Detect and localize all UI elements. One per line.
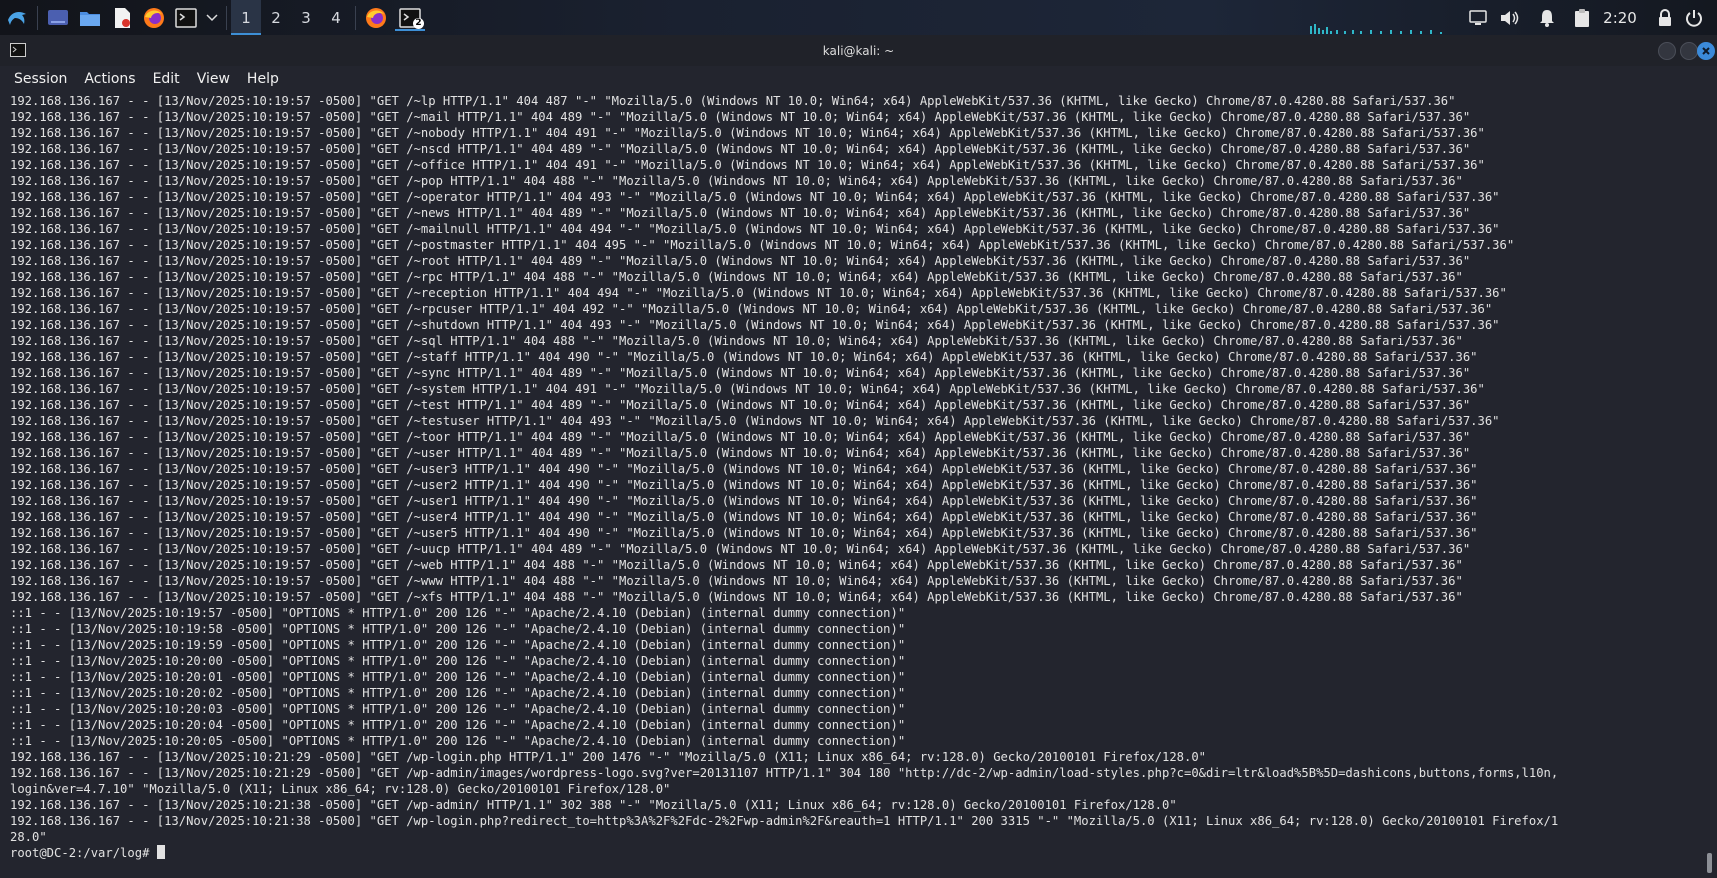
log-line: 192.168.136.167 - - [13/Nov/2025:10:19:5… (10, 510, 1478, 524)
window-count-badge: 2 (413, 17, 424, 29)
log-line: 192.168.136.167 - - [13/Nov/2025:10:21:2… (10, 766, 1559, 780)
text-cursor (156, 845, 165, 859)
log-line: ::1 - - [13/Nov/2025:10:20:04 -0500] "OP… (10, 718, 906, 732)
log-line: 192.168.136.167 - - [13/Nov/2025:10:19:5… (10, 478, 1478, 492)
workspace-label: 1 (241, 8, 251, 27)
menu-session[interactable]: Session (14, 71, 67, 87)
log-line: 192.168.136.167 - - [13/Nov/2025:10:19:5… (10, 558, 1463, 572)
panel-separator (355, 5, 356, 30)
log-line: 192.168.136.167 - - [13/Nov/2025:10:19:5… (10, 526, 1478, 540)
menu-edit[interactable]: Edit (153, 71, 180, 87)
log-line: 192.168.136.167 - - [13/Nov/2025:10:19:5… (10, 350, 1478, 364)
menu-view[interactable]: View (197, 71, 230, 87)
log-line: 192.168.136.167 - - [13/Nov/2025:10:19:5… (10, 254, 1471, 268)
log-line: ::1 - - [13/Nov/2025:10:20:00 -0500] "OP… (10, 654, 906, 668)
close-button[interactable] (1697, 42, 1715, 60)
prompt-line[interactable]: root@DC-2:/var/log# (10, 845, 1701, 861)
display-icon[interactable] (1466, 0, 1490, 35)
workspace-4[interactable]: 4 (321, 0, 351, 35)
scrollbar[interactable] (1707, 853, 1712, 873)
text-editor-icon[interactable] (109, 5, 135, 31)
log-line: 192.168.136.167 - - [13/Nov/2025:10:19:5… (10, 542, 1471, 556)
terminal-window-icon[interactable]: 2 (395, 5, 425, 31)
menu-actions[interactable]: Actions (84, 71, 135, 87)
workspace-3[interactable]: 3 (291, 0, 321, 35)
log-line: ::1 - - [13/Nov/2025:10:19:58 -0500] "OP… (10, 622, 906, 636)
menu-help[interactable]: Help (247, 71, 279, 87)
workspace-label: 2 (271, 8, 281, 27)
log-line: 192.168.136.167 - - [13/Nov/2025:10:21:2… (10, 750, 1207, 764)
log-line: 192.168.136.167 - - [13/Nov/2025:10:19:5… (10, 414, 1500, 428)
log-line: 192.168.136.167 - - [13/Nov/2025:10:19:5… (10, 590, 1463, 604)
window-title: kali@kali: ~ (822, 43, 895, 58)
kali-menu-icon[interactable] (4, 5, 30, 31)
log-line: 192.168.136.167 - - [13/Nov/2025:10:19:5… (10, 462, 1478, 476)
log-line: ::1 - - [13/Nov/2025:10:20:01 -0500] "OP… (10, 670, 906, 684)
log-line: 192.168.136.167 - - [13/Nov/2025:10:19:5… (10, 158, 1485, 172)
log-line: 192.168.136.167 - - [13/Nov/2025:10:19:5… (10, 446, 1471, 460)
log-line: 192.168.136.167 - - [13/Nov/2025:10:19:5… (10, 398, 1471, 412)
log-line: 192.168.136.167 - - [13/Nov/2025:10:19:5… (10, 334, 1463, 348)
volume-icon[interactable] (1498, 0, 1522, 35)
terminal-icon (10, 43, 26, 57)
terminal-output[interactable]: 192.168.136.167 - - [13/Nov/2025:10:19:5… (10, 93, 1701, 878)
terminal-icon[interactable] (173, 5, 199, 31)
log-line: ::1 - - [13/Nov/2025:10:20:03 -0500] "OP… (10, 702, 906, 716)
show-desktop-icon[interactable] (45, 5, 71, 31)
log-line: ::1 - - [13/Nov/2025:10:20:05 -0500] "OP… (10, 734, 906, 748)
log-line: 192.168.136.167 - - [13/Nov/2025:10:19:5… (10, 142, 1471, 156)
log-line: 192.168.136.167 - - [13/Nov/2025:10:19:5… (10, 430, 1471, 444)
clock-label: 2:20 (1603, 8, 1637, 27)
firefox-window-icon[interactable] (363, 5, 389, 31)
maximize-button[interactable] (1680, 42, 1698, 60)
log-line: 192.168.136.167 - - [13/Nov/2025:10:19:5… (10, 302, 1493, 316)
log-output: 192.168.136.167 - - [13/Nov/2025:10:19:5… (10, 93, 1701, 845)
workspace-label: 4 (331, 8, 341, 27)
log-line: 192.168.136.167 - - [13/Nov/2025:10:19:5… (10, 190, 1500, 204)
chevron-down-icon[interactable] (205, 5, 219, 31)
log-line: 192.168.136.167 - - [13/Nov/2025:10:19:5… (10, 366, 1471, 380)
log-line: 192.168.136.167 - - [13/Nov/2025:10:19:5… (10, 222, 1500, 236)
log-line: ::1 - - [13/Nov/2025:10:19:59 -0500] "OP… (10, 638, 906, 652)
workspace-2[interactable]: 2 (261, 0, 291, 35)
log-line: 192.168.136.167 - - [13/Nov/2025:10:19:5… (10, 494, 1478, 508)
terminal-window: kali@kali: ~ Session Actions Edit View H… (0, 35, 1717, 878)
log-line: 192.168.136.167 - - [13/Nov/2025:10:19:5… (10, 574, 1463, 588)
log-line: ::1 - - [13/Nov/2025:10:20:02 -0500] "OP… (10, 686, 906, 700)
log-line: 192.168.136.167 - - [13/Nov/2025:10:19:5… (10, 174, 1463, 188)
log-line: 192.168.136.167 - - [13/Nov/2025:10:19:5… (10, 238, 1515, 252)
log-line: 192.168.136.167 - - [13/Nov/2025:10:19:5… (10, 206, 1471, 220)
menu-bar: Session Actions Edit View Help (0, 66, 1717, 92)
log-line: 28.0" (10, 830, 47, 844)
minimize-button[interactable] (1658, 42, 1676, 60)
title-bar[interactable]: kali@kali: ~ (0, 35, 1717, 66)
log-line: 192.168.136.167 - - [13/Nov/2025:10:19:5… (10, 110, 1471, 124)
lock-icon[interactable] (1654, 0, 1676, 35)
log-line: 192.168.136.167 - - [13/Nov/2025:10:19:5… (10, 270, 1463, 284)
top-panel: 1 2 3 4 2 2:20 (0, 0, 1717, 35)
workspace-label: 3 (301, 8, 311, 27)
log-line: ::1 - - [13/Nov/2025:10:19:57 -0500] "OP… (10, 606, 906, 620)
log-line: 192.168.136.167 - - [13/Nov/2025:10:19:5… (10, 318, 1500, 332)
power-icon[interactable] (1682, 0, 1706, 35)
log-line: login&ver=4.7.10" "Mozilla/5.0 (X11; Lin… (10, 782, 671, 796)
clipboard-icon[interactable] (1570, 0, 1594, 35)
network-activity-graph (1310, 24, 1442, 34)
log-line: 192.168.136.167 - - [13/Nov/2025:10:21:3… (10, 814, 1559, 828)
file-manager-icon[interactable] (77, 5, 103, 31)
log-line: 192.168.136.167 - - [13/Nov/2025:10:21:3… (10, 798, 1177, 812)
panel-separator (226, 5, 227, 30)
log-line: 192.168.136.167 - - [13/Nov/2025:10:19:5… (10, 382, 1485, 396)
firefox-icon[interactable] (141, 5, 167, 31)
close-icon (1702, 47, 1710, 55)
log-line: 192.168.136.167 - - [13/Nov/2025:10:19:5… (10, 94, 1456, 108)
log-line: 192.168.136.167 - - [13/Nov/2025:10:19:5… (10, 126, 1485, 140)
panel-separator (37, 5, 38, 30)
workspace-1[interactable]: 1 (231, 0, 261, 35)
shell-prompt: root@DC-2:/var/log# (10, 846, 157, 860)
clock[interactable]: 2:20 (1600, 0, 1640, 35)
notification-bell-icon[interactable] (1536, 0, 1558, 35)
log-line: 192.168.136.167 - - [13/Nov/2025:10:19:5… (10, 286, 1507, 300)
